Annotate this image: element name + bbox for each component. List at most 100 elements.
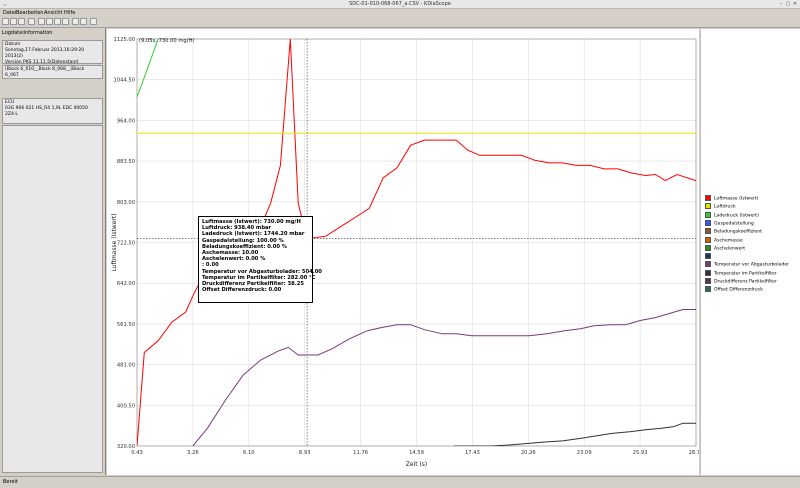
legend-swatch bbox=[705, 278, 711, 284]
series-line bbox=[192, 309, 696, 446]
legend-item[interactable]: Druckdifferenz Partikelfilter bbox=[705, 278, 777, 285]
legend-label: Luftdruck bbox=[714, 204, 736, 210]
series-line bbox=[454, 422, 696, 446]
legend-swatch bbox=[705, 228, 711, 235]
menu-hilfe[interactable]: Hilfe bbox=[64, 9, 75, 17]
tooltip-line: Temperatur vor Abgasturbolader: 504.00 bbox=[202, 268, 322, 275]
x-tick-label: 3.26 bbox=[187, 450, 199, 456]
legend-swatch bbox=[705, 219, 711, 226]
legend-swatch bbox=[705, 269, 711, 276]
legend-item[interactable]: Aschemasse bbox=[705, 236, 743, 244]
legend-label: Luftmasse (Istwert) bbox=[714, 196, 759, 202]
legend-label: Temperatur vor Abgasturbolader bbox=[714, 262, 789, 268]
legend-label: Druckdifferenz Partikelfilter bbox=[714, 279, 777, 285]
legend-swatch bbox=[705, 236, 711, 243]
chart-area[interactable]: 0.43 3.26 6.10 8.93 11.76 14.59 17.43 20.26 23.0… bbox=[107, 29, 703, 475]
x-tick-label: 17.43 bbox=[465, 450, 480, 456]
menu-datei[interactable]: Datei bbox=[3, 9, 16, 17]
zoom-reset-icon[interactable] bbox=[62, 18, 69, 25]
open-file-icon[interactable] bbox=[2, 18, 9, 25]
toolbar bbox=[0, 17, 800, 28]
legend-label: Aschelenwert bbox=[714, 246, 746, 252]
legend-swatch bbox=[705, 253, 711, 260]
print-icon[interactable] bbox=[18, 18, 25, 25]
tooltip-line: Offset Differenzdruck: 0.00 bbox=[202, 287, 282, 294]
y-tick-label: 400.50 bbox=[117, 403, 135, 409]
x-tick-label: 8.93 bbox=[299, 450, 311, 456]
legend-item[interactable]: Gaspedalstellung bbox=[705, 219, 754, 227]
cursor-readout: (9.05s, 730.00 mg/H) bbox=[139, 38, 194, 44]
zoom-in-icon[interactable] bbox=[46, 18, 53, 25]
tooltip-line: Ladedruck (Istwert): 1744.20 mbar bbox=[202, 231, 305, 238]
maximize-icon[interactable]: ▢ bbox=[785, 1, 791, 7]
y-tick-label: 320.00 bbox=[117, 444, 135, 450]
menu-ansicht[interactable]: Ansicht bbox=[44, 9, 62, 17]
value-tooltip: Luftmasse (Istwert): 730.00 mg/H Luftdru… bbox=[198, 216, 322, 303]
grid-icon[interactable] bbox=[72, 18, 79, 25]
y-tick-label: 1125.00 bbox=[114, 37, 135, 43]
y-tick-label: 561.50 bbox=[117, 322, 135, 328]
x-tick-label: 0.43 bbox=[131, 450, 143, 456]
legend-label: Ladedruck (Istwert) bbox=[714, 213, 759, 219]
legend-label: Offset Differenzdruck bbox=[714, 287, 763, 293]
legend-item[interactable] bbox=[705, 253, 714, 260]
legend-label: Beladungskoeffizient bbox=[714, 229, 762, 235]
legend-label: Aschemasse bbox=[714, 238, 743, 243]
window-title: SDC-01-010-068-067_a.CSV - KDiaScope bbox=[349, 1, 451, 7]
y-tick-label: 642.00 bbox=[117, 281, 135, 287]
x-tick-label: 23.09 bbox=[577, 450, 592, 456]
zoom-out-icon[interactable] bbox=[54, 18, 61, 25]
legend-item[interactable]: Beladungskoeffizient bbox=[705, 228, 762, 235]
x-tick-label: 11.76 bbox=[353, 450, 368, 456]
legend-swatch bbox=[705, 286, 711, 293]
legend-item[interactable]: Luftmasse (Istwert) bbox=[705, 195, 759, 202]
x-tick-label: 28.76 bbox=[689, 450, 699, 456]
legend-item[interactable]: Temperatur vor Abgasturbolader bbox=[705, 261, 789, 268]
export-icon[interactable] bbox=[80, 18, 87, 25]
help-icon[interactable] bbox=[90, 18, 97, 25]
legend-label: Temperatur im Partikelfilter bbox=[714, 271, 777, 277]
cursor-select-icon[interactable] bbox=[38, 18, 45, 25]
y-tick-label: 883.50 bbox=[117, 159, 135, 165]
legend-item[interactable]: Luftdruck bbox=[705, 203, 736, 210]
legend-swatch bbox=[705, 203, 711, 210]
y-tick-label: 722.50 bbox=[117, 241, 135, 247]
copy-icon[interactable] bbox=[28, 18, 35, 25]
ecu-box: ECU 03G 906 021 HS_R4 1,9L EDC 00050 2Z4… bbox=[2, 98, 103, 124]
line-chart[interactable]: 0.43 3.26 6.10 8.93 11.76 14.59 17.43 20.26 23.0… bbox=[107, 29, 703, 475]
y-tick-label: 481.00 bbox=[117, 363, 135, 369]
close-icon[interactable]: ✕ bbox=[792, 1, 798, 7]
y-tick-label: 803.00 bbox=[117, 200, 135, 206]
minimize-icon[interactable]: – bbox=[778, 1, 784, 7]
x-tick-label: 20.26 bbox=[521, 450, 536, 456]
x-tick-label: 25.93 bbox=[633, 450, 648, 456]
y-tick-label: 964.00 bbox=[117, 118, 135, 124]
menu-bar: Datei Bearbeiten Ansicht Hilfe bbox=[0, 9, 800, 17]
legend-swatch bbox=[705, 261, 711, 268]
y-tick-label: 1044.50 bbox=[114, 78, 135, 84]
date-version-box: Datum Sonntag,17.Februar 2013,16:29:20 2… bbox=[2, 40, 103, 64]
tooltip-line: Temperatur im Partikelfilter: 282.00 °C bbox=[202, 274, 316, 281]
legend-item[interactable]: Ladedruck (Istwert) bbox=[705, 211, 759, 219]
status-bar: Bereit bbox=[0, 476, 800, 488]
x-axis-label: Zeit (s) bbox=[406, 461, 428, 468]
legend-swatch bbox=[705, 211, 711, 218]
save-icon[interactable] bbox=[10, 18, 17, 25]
legend-label: Gaspedalstellung bbox=[714, 221, 754, 227]
legend-item[interactable]: Temperatur im Partikelfilter bbox=[705, 269, 777, 277]
block-box: (Block 6_010__Block 8_068__(Block 6_067 bbox=[2, 65, 103, 79]
series-line bbox=[137, 39, 159, 98]
title-bar: ◡ SDC-01-010-068-067_a.CSV - KDiaScope –… bbox=[0, 0, 800, 9]
y-axis-label: Luftmasse (Istwert) bbox=[111, 213, 118, 271]
legend-item[interactable]: Aschelenwert bbox=[705, 244, 746, 252]
menu-bearbeiten[interactable]: Bearbeiten bbox=[16, 9, 43, 17]
x-tick-label: 14.59 bbox=[409, 450, 424, 456]
log-info-panel: Logdateiinformation Datum Sonntag,17.Feb… bbox=[0, 28, 106, 475]
legend-panel: Luftmasse (Istwert) Luftdruck Ladedruck (I… bbox=[700, 29, 800, 475]
legend-swatch bbox=[705, 195, 711, 201]
empty-list-box bbox=[2, 125, 103, 473]
panel-heading: Logdateiinformation bbox=[2, 30, 53, 36]
status-text: Bereit bbox=[3, 479, 18, 485]
legend-item[interactable]: Offset Differenzdruck bbox=[705, 286, 763, 293]
x-tick-label: 6.10 bbox=[243, 450, 255, 456]
